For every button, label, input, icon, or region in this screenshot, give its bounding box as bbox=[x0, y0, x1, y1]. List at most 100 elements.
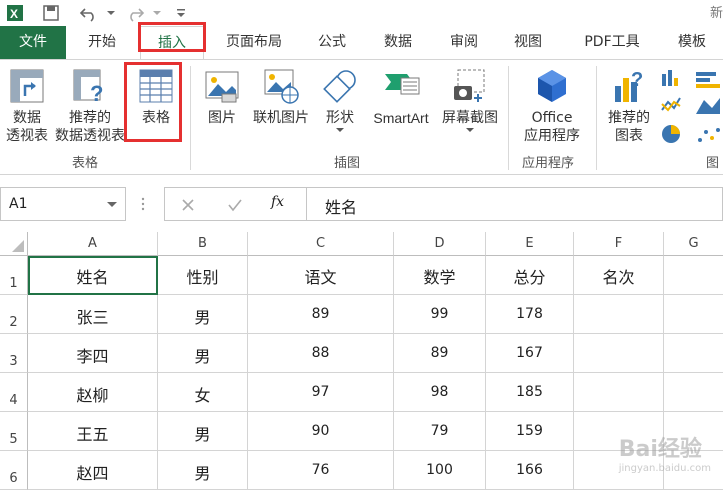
cell-a1[interactable]: 姓名 bbox=[28, 256, 158, 295]
tab-insert[interactable]: 插入 bbox=[140, 26, 204, 59]
name-box[interactable]: A1 bbox=[0, 187, 126, 221]
column-header-b[interactable]: B bbox=[158, 232, 248, 256]
shapes-dropdown-icon bbox=[336, 128, 344, 132]
cell-f1[interactable]: 名次 bbox=[574, 256, 664, 295]
online-picture-button[interactable]: 联机图片 bbox=[248, 66, 314, 127]
cell-g2[interactable] bbox=[664, 295, 723, 334]
cell-g1[interactable] bbox=[664, 256, 723, 295]
tab-review[interactable]: 审阅 bbox=[434, 26, 494, 59]
window-title: 新 bbox=[709, 6, 723, 21]
insert-function-icon[interactable]: fx bbox=[271, 194, 284, 210]
column-chart-icon bbox=[662, 70, 678, 86]
screenshot-button[interactable]: 屏幕截图 bbox=[438, 66, 502, 133]
cell-e4[interactable]: 185 bbox=[486, 373, 574, 412]
name-box-dropdown-icon[interactable] bbox=[107, 201, 117, 208]
cell-d2[interactable]: 99 bbox=[394, 295, 486, 334]
cell-c1[interactable]: 语文 bbox=[248, 256, 394, 295]
picture-button[interactable]: 图片 bbox=[200, 66, 244, 127]
cell-f3[interactable] bbox=[574, 334, 664, 373]
cell-e2[interactable]: 178 bbox=[486, 295, 574, 334]
row-header[interactable]: 4 bbox=[0, 373, 28, 412]
svg-text:?: ? bbox=[631, 69, 643, 91]
tab-pdf-tools[interactable]: PDF工具 bbox=[564, 26, 660, 59]
row-header[interactable]: 2 bbox=[0, 295, 28, 334]
cell-c2[interactable]: 89 bbox=[248, 295, 394, 334]
cell-f4[interactable] bbox=[574, 373, 664, 412]
cell-a2[interactable]: 张三 bbox=[28, 295, 158, 334]
cell-a6[interactable]: 赵四 bbox=[28, 451, 158, 490]
tab-page-layout[interactable]: 页面布局 bbox=[212, 26, 296, 59]
row-header[interactable]: 1 bbox=[0, 256, 28, 295]
row-header[interactable]: 5 bbox=[0, 412, 28, 451]
recommended-pivot-button[interactable]: ? 推荐的 数据透视表 bbox=[52, 66, 128, 145]
cell-d6[interactable]: 100 bbox=[394, 451, 486, 490]
illustrations-group-label: 插图 bbox=[334, 156, 361, 171]
tab-template[interactable]: 模板 bbox=[664, 26, 720, 59]
cell-a5[interactable]: 王五 bbox=[28, 412, 158, 451]
shapes-button[interactable]: 形状 bbox=[318, 66, 362, 133]
column-header-d[interactable]: D bbox=[394, 232, 486, 256]
cell-e5[interactable]: 159 bbox=[486, 412, 574, 451]
row-header[interactable]: 3 bbox=[0, 334, 28, 373]
customize-quick-access-icon[interactable] bbox=[170, 2, 192, 24]
cell-d1[interactable]: 数学 bbox=[394, 256, 486, 295]
cell-b5[interactable]: 男 bbox=[158, 412, 248, 451]
select-all-button[interactable] bbox=[0, 232, 28, 256]
formula-bar-grip-icon[interactable] bbox=[140, 195, 146, 213]
title-bar: X 新 bbox=[0, 0, 723, 26]
formula-buttons: fx bbox=[164, 187, 306, 221]
redo-icon[interactable] bbox=[124, 2, 146, 24]
watermark-brand: Bai经验 bbox=[618, 437, 702, 462]
table-button[interactable]: 表格 bbox=[132, 66, 180, 127]
cell-a3[interactable]: 李四 bbox=[28, 334, 158, 373]
smartart-button[interactable]: SmartArt bbox=[366, 66, 436, 127]
tab-formulas[interactable]: 公式 bbox=[302, 26, 362, 59]
cell-e3[interactable]: 167 bbox=[486, 334, 574, 373]
column-header-a[interactable]: A bbox=[28, 232, 158, 256]
online-picture-icon bbox=[261, 66, 301, 106]
cell-b2[interactable]: 男 bbox=[158, 295, 248, 334]
cell-b4[interactable]: 女 bbox=[158, 373, 248, 412]
charts-group-label: 图 bbox=[706, 156, 720, 171]
shapes-label: 形状 bbox=[326, 110, 354, 126]
column-header-g[interactable]: G bbox=[664, 232, 723, 256]
tab-data[interactable]: 数据 bbox=[366, 26, 430, 59]
cancel-icon[interactable] bbox=[181, 198, 195, 212]
screenshot-icon bbox=[450, 66, 490, 106]
column-header-f[interactable]: F bbox=[574, 232, 664, 256]
pivot-table-label: 数据 透视表 bbox=[6, 110, 48, 144]
cell-b6[interactable]: 男 bbox=[158, 451, 248, 490]
cell-c6[interactable]: 76 bbox=[248, 451, 394, 490]
pivot-table-button[interactable]: 数据 透视表 bbox=[2, 66, 52, 145]
area-chart-icon bbox=[696, 98, 720, 114]
cell-f2[interactable] bbox=[574, 295, 664, 334]
cell-c4[interactable]: 97 bbox=[248, 373, 394, 412]
cell-d5[interactable]: 79 bbox=[394, 412, 486, 451]
cell-b1[interactable]: 性别 bbox=[158, 256, 248, 295]
undo-icon[interactable] bbox=[78, 2, 100, 24]
column-header-c[interactable]: C bbox=[248, 232, 394, 256]
cell-b3[interactable]: 男 bbox=[158, 334, 248, 373]
formula-input[interactable]: 姓名 bbox=[306, 187, 723, 221]
undo-dropdown-icon[interactable] bbox=[100, 2, 122, 24]
cell-d4[interactable]: 98 bbox=[394, 373, 486, 412]
row-header[interactable]: 6 bbox=[0, 451, 28, 490]
cell-c5[interactable]: 90 bbox=[248, 412, 394, 451]
cell-a4[interactable]: 赵柳 bbox=[28, 373, 158, 412]
cell-c3[interactable]: 88 bbox=[248, 334, 394, 373]
office-apps-button[interactable]: Office 应用程序 bbox=[512, 66, 592, 145]
column-header-e[interactable]: E bbox=[486, 232, 574, 256]
tab-view[interactable]: 视图 bbox=[498, 26, 558, 59]
recommended-charts-button[interactable]: ? 推荐的 图表 bbox=[602, 66, 656, 145]
cell-d3[interactable]: 89 bbox=[394, 334, 486, 373]
enter-icon[interactable] bbox=[227, 198, 243, 212]
tab-file[interactable]: 文件 bbox=[0, 26, 66, 59]
cell-g3[interactable] bbox=[664, 334, 723, 373]
redo-dropdown-icon[interactable] bbox=[146, 2, 168, 24]
cell-e1[interactable]: 总分 bbox=[486, 256, 574, 295]
formula-bar: A1 fx 姓名 bbox=[0, 187, 723, 223]
cell-e6[interactable]: 166 bbox=[486, 451, 574, 490]
tab-home[interactable]: 开始 bbox=[70, 26, 134, 59]
save-icon[interactable] bbox=[40, 2, 62, 24]
cell-g4[interactable] bbox=[664, 373, 723, 412]
